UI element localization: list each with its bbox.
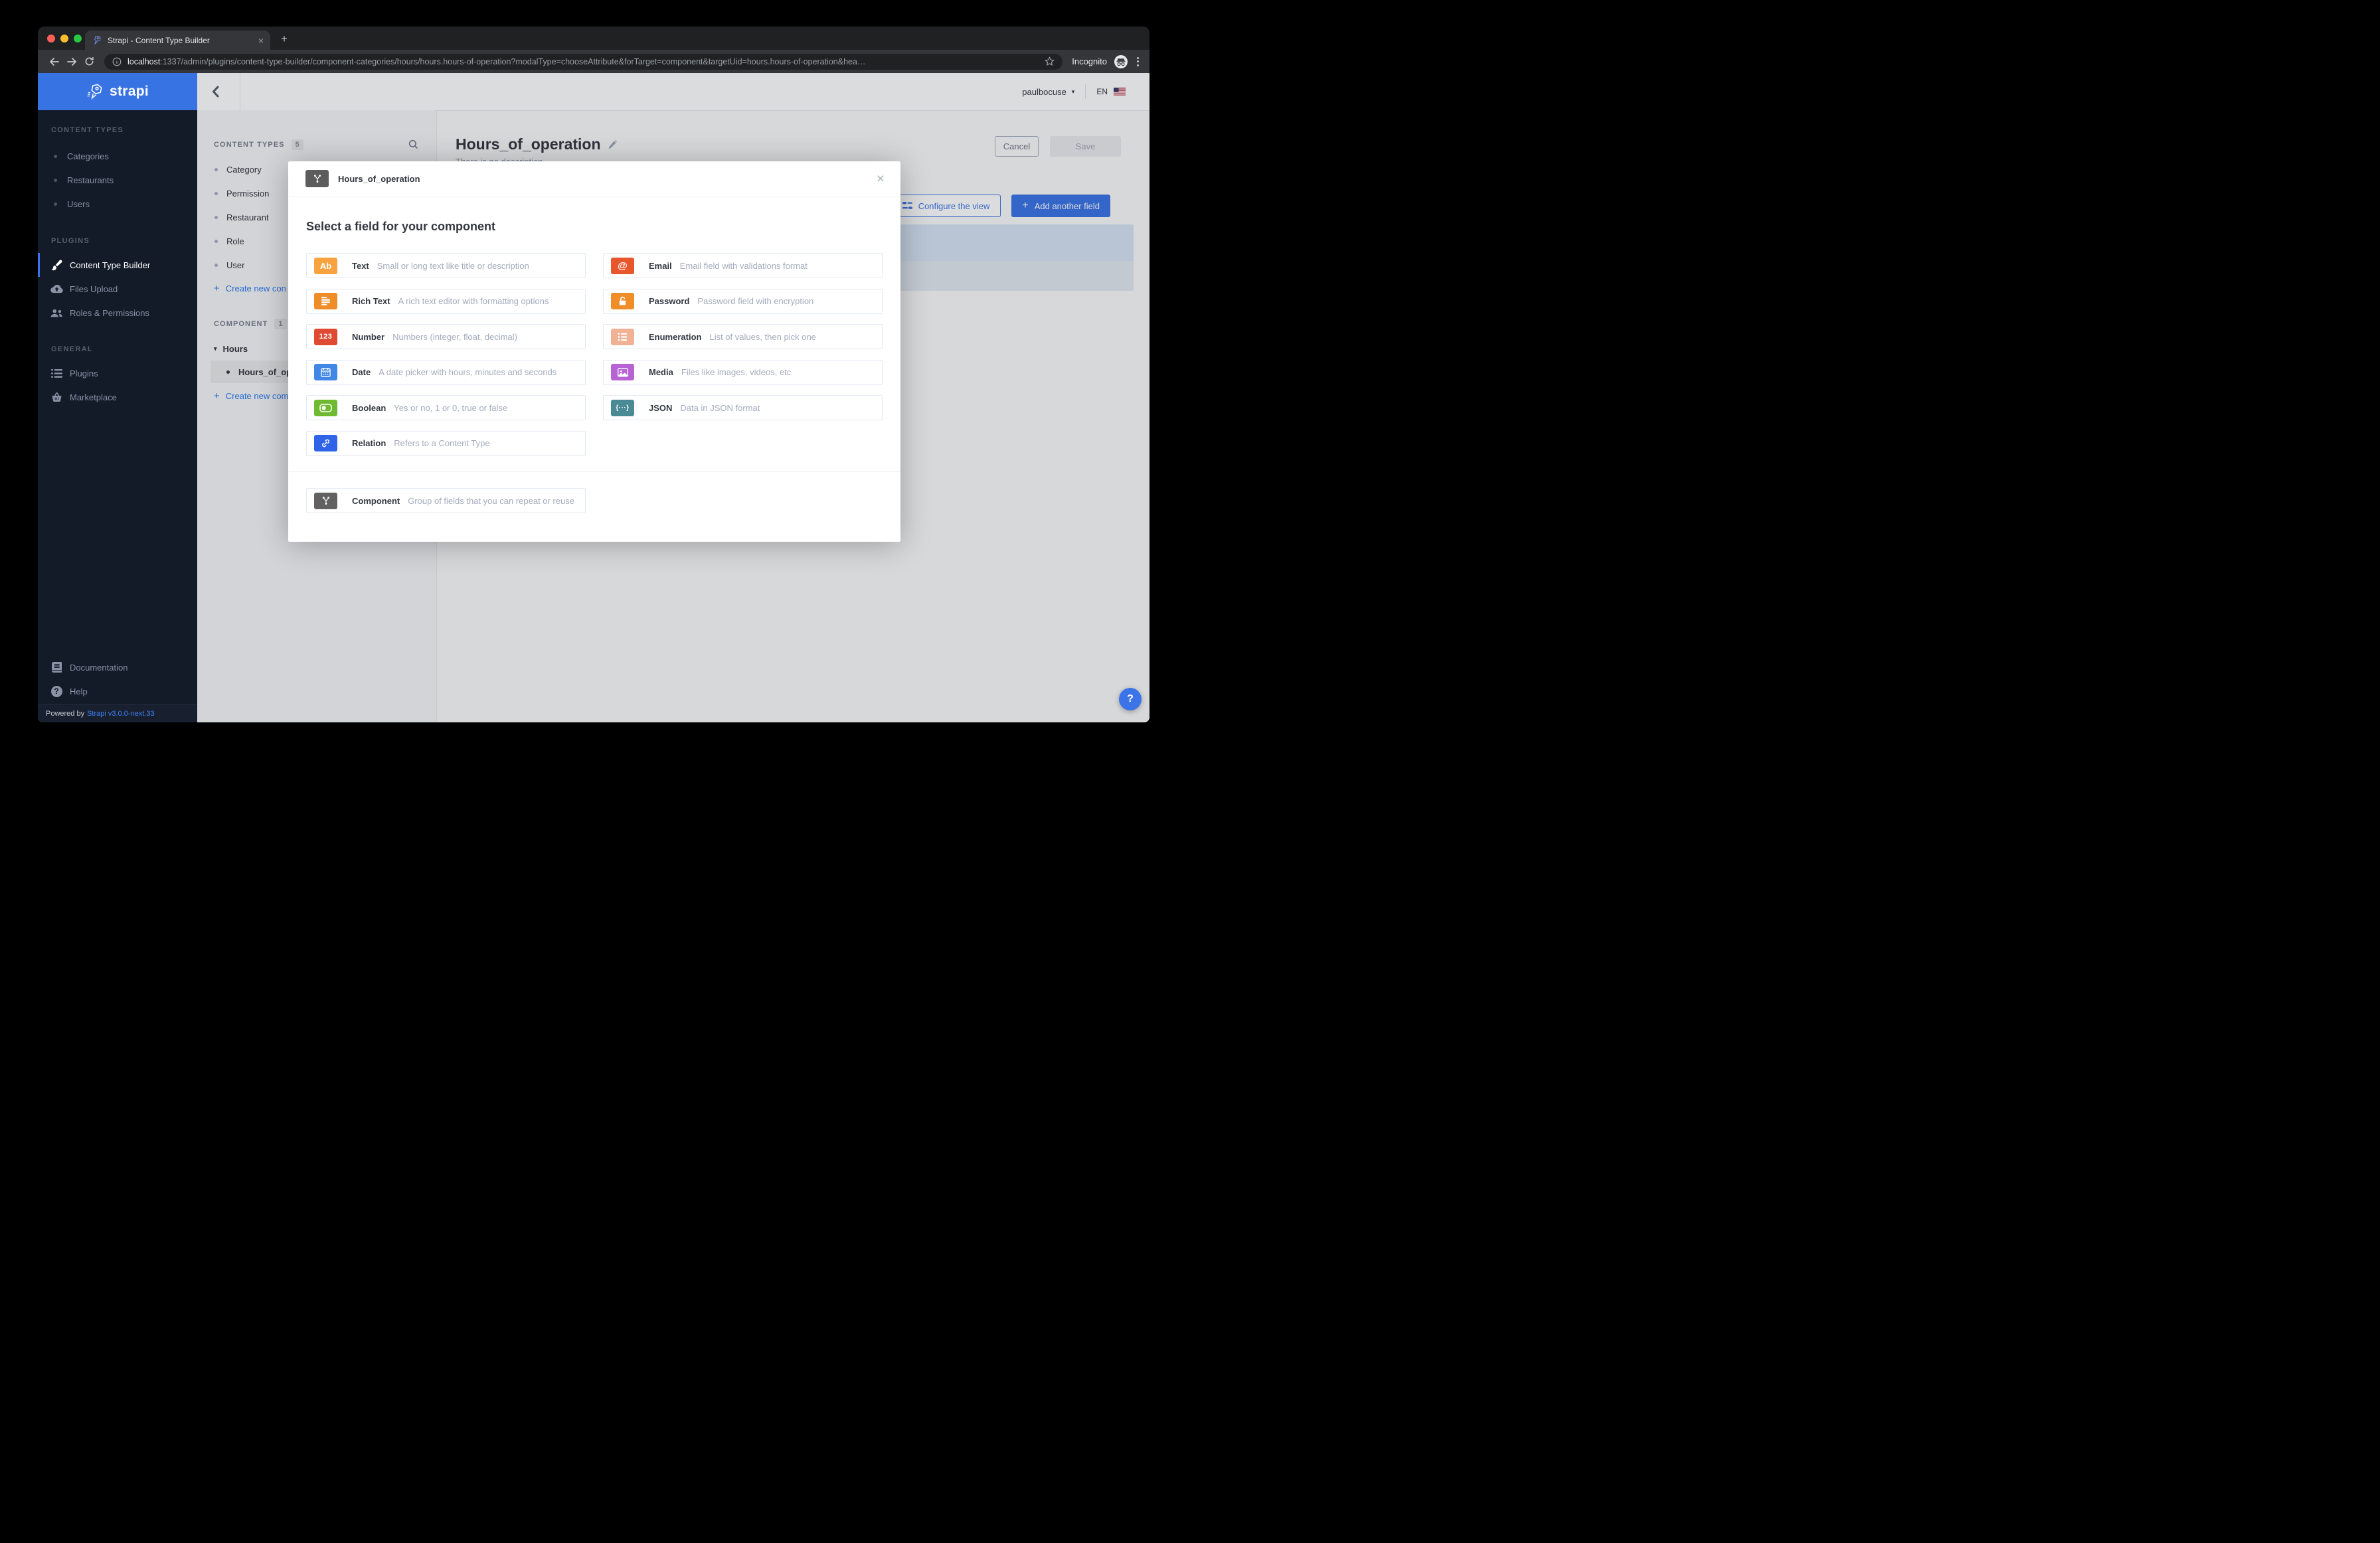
book-icon: [50, 662, 63, 673]
field-card-number[interactable]: 123 Number Numbers (integer, float, deci…: [306, 324, 586, 349]
component-icon: [305, 170, 329, 187]
strapi-logo-icon: [86, 83, 104, 100]
powered-by-bar: Powered by Strapi v3.0.0-next.33: [38, 704, 197, 722]
close-window-button[interactable]: [47, 35, 55, 42]
modal-divider: [288, 471, 900, 472]
browser-tab[interactable]: Strapi - Content Type Builder ×: [85, 31, 270, 50]
minimize-window-button[interactable]: [60, 35, 68, 42]
help-fab-button[interactable]: ?: [1119, 688, 1142, 710]
email-field-icon: @: [611, 257, 634, 274]
text-field-icon: Ab: [314, 257, 337, 274]
bookmark-star-icon[interactable]: [1045, 56, 1055, 66]
sidebar-item-roles-permissions[interactable]: Roles & Permissions: [38, 301, 197, 325]
password-lock-icon: [611, 293, 634, 309]
media-image-icon: [611, 364, 634, 380]
bullet-icon: [54, 178, 57, 182]
tab-title: Strapi - Content Type Builder: [108, 35, 210, 45]
section-label-general: GENERAL: [51, 345, 93, 353]
browser-tab-bar: Strapi - Content Type Builder × +: [38, 27, 1149, 50]
question-circle-icon: ?: [50, 685, 63, 697]
field-card-date[interactable]: Date A date picker with hours, minutes a…: [306, 359, 586, 385]
richtext-field-icon: [314, 293, 337, 309]
browser-window: Strapi - Content Type Builder × + localh…: [38, 27, 1149, 722]
app-content: strapi CONTENT TYPES Categories Restaura…: [38, 73, 1149, 722]
modal-heading: Select a field for your component: [306, 220, 496, 233]
close-icon[interactable]: ×: [877, 172, 885, 186]
sidebar-item-files-upload[interactable]: Files Upload: [38, 277, 197, 301]
list-icon: [50, 368, 63, 378]
calendar-icon: [314, 364, 337, 380]
url-text[interactable]: localhost:1337/admin/plugins/content-typ…: [128, 57, 1039, 66]
page-info-icon[interactable]: [112, 57, 122, 66]
main-area: paulbocuse ▾ EN CONTENT TYPES 5 Category…: [197, 73, 1149, 722]
users-group-icon: [50, 309, 63, 317]
brand-name: strapi: [110, 84, 149, 99]
modal-header: Hours_of_operation ×: [288, 161, 900, 197]
browser-menu-icon[interactable]: [1137, 56, 1139, 66]
browser-toolbar: localhost:1337/admin/plugins/content-typ…: [38, 50, 1149, 73]
cloud-upload-icon: [50, 284, 63, 293]
field-card-email[interactable]: @ Email Email field with validations for…: [603, 253, 883, 278]
strapi-favicon-icon: [92, 35, 102, 45]
basket-icon: [50, 392, 63, 402]
url-path: :1337/admin/plugins/content-type-builder…: [160, 56, 866, 66]
field-card-json[interactable]: {···} JSON Data in JSON format: [603, 395, 883, 420]
component-icon: [314, 492, 337, 509]
incognito-icon: [1113, 54, 1129, 70]
strapi-brand[interactable]: strapi: [38, 73, 197, 110]
url-host: localhost: [128, 56, 161, 66]
modal-title: Hours_of_operation: [338, 173, 420, 184]
sidebar-item-marketplace[interactable]: Marketplace: [38, 385, 197, 409]
incognito-label: Incognito: [1072, 56, 1107, 66]
sidebar-item-help[interactable]: ? Help: [38, 679, 197, 703]
sidebar-item-users[interactable]: Users: [38, 192, 197, 216]
field-card-richtext[interactable]: Rich Text A rich text editor with format…: [306, 288, 586, 314]
choose-field-modal: Hours_of_operation × Select a field for …: [288, 161, 900, 542]
back-icon[interactable]: [46, 53, 63, 70]
number-field-icon: 123: [314, 328, 337, 345]
section-label-content-types: CONTENT TYPES: [51, 126, 124, 134]
field-card-component[interactable]: Component Group of fields that you can r…: [306, 488, 586, 513]
sidebar-item-restaurants[interactable]: Restaurants: [38, 168, 197, 192]
bullet-icon: [54, 202, 57, 206]
forward-icon[interactable]: [63, 53, 80, 70]
macos-traffic-lights[interactable]: [47, 35, 82, 42]
toggle-icon: [314, 399, 337, 416]
tab-close-icon[interactable]: ×: [258, 36, 264, 45]
field-card-enumeration[interactable]: Enumeration List of values, then pick on…: [603, 324, 883, 349]
powered-by-text: Powered by: [46, 709, 85, 718]
field-card-media[interactable]: Media Files like images, videos, etc: [603, 359, 883, 385]
zoom-window-button[interactable]: [74, 35, 82, 42]
field-card-text[interactable]: Ab Text Small or long text like title or…: [306, 253, 586, 278]
reload-icon[interactable]: [80, 53, 98, 70]
field-card-password[interactable]: Password Password field with encryption: [603, 288, 883, 314]
new-tab-button[interactable]: +: [281, 33, 288, 50]
json-braces-icon: {···}: [611, 399, 634, 416]
sidebar-item-categories[interactable]: Categories: [38, 144, 197, 168]
field-type-grid: Ab Text Small or long text like title or…: [306, 253, 883, 456]
enumeration-list-icon: [611, 328, 634, 345]
relation-link-icon: [314, 435, 337, 451]
section-label-plugins: PLUGINS: [51, 237, 90, 245]
field-card-boolean[interactable]: Boolean Yes or no, 1 or 0, true or false: [306, 395, 586, 420]
sidebar-item-content-type-builder[interactable]: Content Type Builder: [38, 253, 197, 277]
sidebar-item-plugins[interactable]: Plugins: [38, 361, 197, 385]
sidebar-item-documentation[interactable]: Documentation: [38, 655, 197, 679]
field-card-relation[interactable]: Relation Refers to a Content Type: [306, 430, 586, 456]
main-sidebar: strapi CONTENT TYPES Categories Restaura…: [38, 73, 197, 722]
strapi-version-link[interactable]: Strapi v3.0.0-next.33: [87, 710, 155, 718]
bullet-icon: [54, 154, 57, 158]
paintbrush-icon: [50, 260, 63, 271]
address-bar[interactable]: localhost:1337/admin/plugins/content-typ…: [104, 53, 1063, 70]
